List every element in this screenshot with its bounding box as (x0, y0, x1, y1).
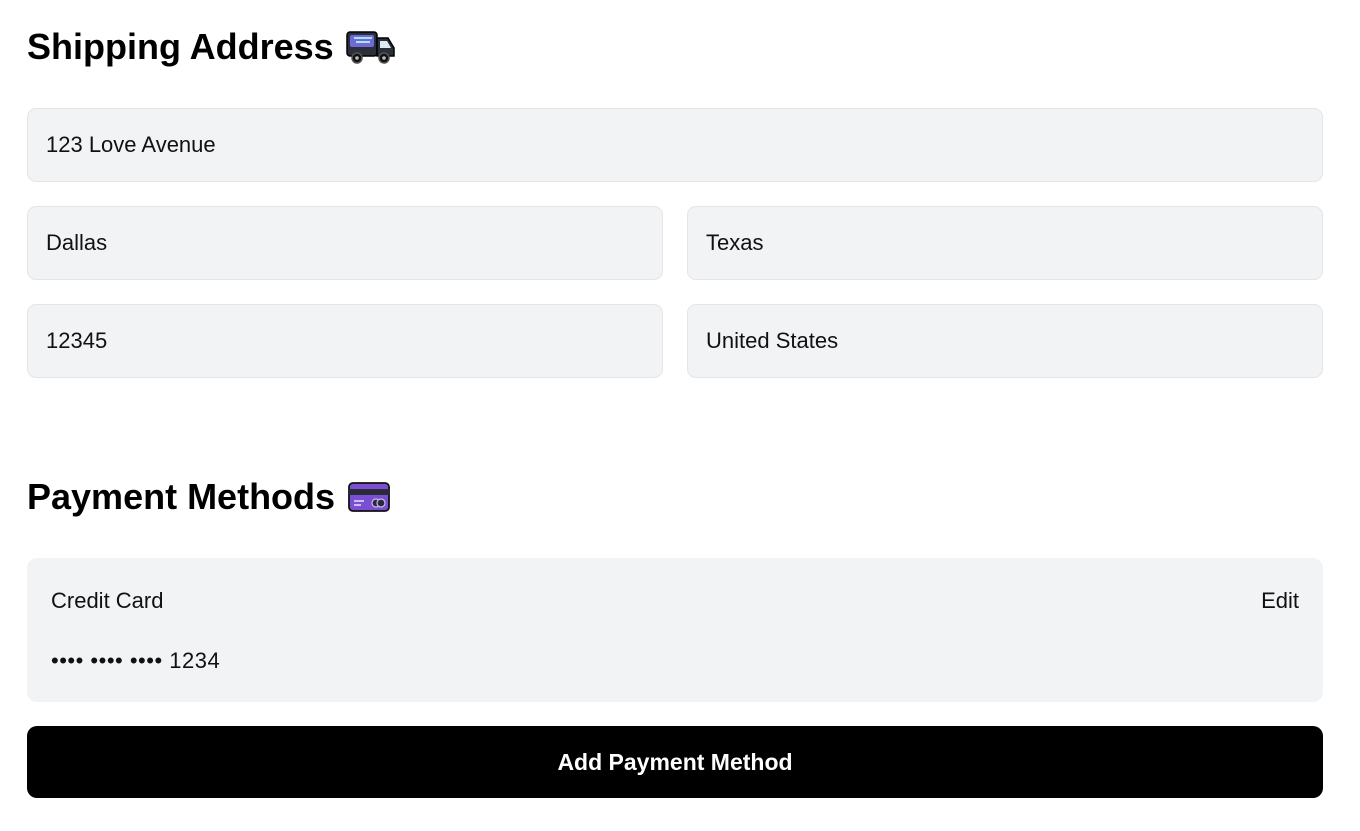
shipping-title-text: Shipping Address (27, 26, 334, 67)
edit-card-button[interactable]: Edit (1261, 588, 1299, 614)
checkout-page: Shipping Address 123 Love Avenue Dallas … (0, 0, 1360, 831)
add-payment-method-button[interactable]: Add Payment Method (27, 726, 1323, 798)
country-value: United States (706, 328, 839, 353)
zip-code-value: 12345 (46, 328, 108, 353)
street-address-value: 123 Love Avenue (46, 132, 216, 157)
state-value: Texas (706, 230, 764, 255)
payment-method-card: Credit Card Edit •••• •••• •••• 1234 (27, 558, 1323, 702)
payment-title-text: Payment Methods (27, 476, 336, 517)
city-field[interactable]: Dallas (27, 206, 663, 280)
payment-section-title: Payment Methods (27, 473, 391, 521)
street-address-field[interactable]: 123 Love Avenue (27, 108, 1323, 182)
masked-card-number: •••• •••• •••• 1234 (51, 648, 221, 673)
shipping-section-title: Shipping Address (27, 23, 396, 71)
zip-code-field[interactable]: 12345 (27, 304, 663, 378)
credit-card-icon (347, 480, 391, 514)
country-field[interactable]: United States (687, 304, 1323, 378)
card-type-label: Credit Card (51, 588, 164, 613)
city-value: Dallas (46, 230, 108, 255)
delivery-truck-icon (345, 28, 396, 66)
state-field[interactable]: Texas (687, 206, 1323, 280)
